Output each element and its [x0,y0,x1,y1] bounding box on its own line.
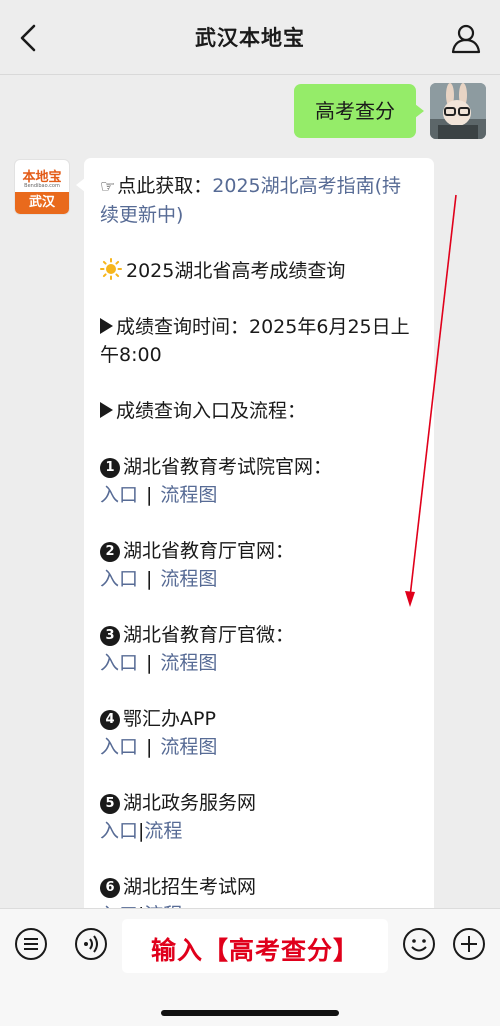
flow-link[interactable]: 流程 [144,820,182,842]
sun-icon [100,258,122,280]
time-line: 成绩查询时间：2025年6月25日上午8:00 [100,313,420,369]
pointing-hand-icon: ☞ [100,177,116,197]
entry-item: 1 湖北省教育考试院官网： 入口 | 流程图 [100,453,420,509]
number-badge: 6 [100,878,120,898]
message-input-text: 输入【高考查分】 [150,936,359,965]
entry-item: 2 湖北省教育厅官网： 入口 | 流程图 [100,537,420,593]
triangle-bullet-icon [100,402,113,418]
number-badge: 3 [100,626,120,646]
query-heading-line: 2025湖北省高考成绩查询 [100,257,420,285]
entry-item: 6湖北招生考试网 入口|流程 [100,873,420,908]
red-annotation-arrow [405,194,457,607]
entry-item: 3 湖北省教育厅官微： 入口 | 流程图 [100,621,420,677]
entry-name: 鄂汇办APP [123,708,216,730]
entry-name: 湖北省教育厅官微： [123,624,295,646]
menu-list-icon[interactable] [14,927,48,961]
flow-link[interactable]: 流程图 [160,736,217,758]
input-toolbar: 输入【高考查分】 [0,908,500,1026]
number-badge: 5 [100,794,120,814]
entry-name: 湖北政务服务网 [123,792,257,814]
chat-title: 武汉本地宝 [195,26,305,50]
entry-name: 湖北省教育考试院官网： [123,456,333,478]
home-indicator[interactable] [161,1010,339,1016]
message-input[interactable]: 输入【高考查分】 [122,919,388,973]
link-separator: | [146,568,153,590]
entry-name: 湖北省教育厅官网： [123,540,295,562]
entry-link[interactable]: 入口 [100,652,138,674]
voice-icon[interactable] [74,927,108,961]
emoji-icon[interactable] [402,927,436,961]
entry-heading-line: 成绩查询入口及流程： [100,397,420,425]
user-avatar[interactable] [430,83,486,139]
flow-link[interactable]: 流程图 [160,652,217,674]
entry-item: 5 湖北政务服务网 入口|流程 [100,789,420,845]
user-message-bubble[interactable]: 高考查分 [294,84,424,138]
bot-logo-subtitle: Bendibao.com [24,183,60,189]
chat-area[interactable]: 高考查分 本地宝 Bendibao.com 武汉 ☞ 点此获取：2025湖北高考指… [0,75,500,908]
entry-link[interactable]: 入口 [100,820,138,842]
flow-link[interactable]: 流程图 [160,568,217,590]
entry-link[interactable]: 入口 [100,568,138,590]
number-badge: 4 [100,710,120,730]
entry-link[interactable]: 入口 [100,484,138,506]
query-heading: 2025湖北省高考成绩查询 [126,260,346,282]
entry-item: 4 鄂汇办APP 入口 | 流程图 [100,705,420,761]
entry-heading: 成绩查询入口及流程： [116,400,307,422]
link-separator: | [146,484,153,506]
entry-link[interactable]: 入口 [100,736,138,758]
bot-logo-city: 武汉 [15,192,69,214]
guide-prefix: 点此获取： [117,175,213,197]
link-separator: | [146,652,153,674]
triangle-bullet-icon [100,318,113,334]
flow-link[interactable]: 流程图 [160,484,217,506]
number-badge: 1 [100,458,120,478]
bot-message-bubble: ☞ 点此获取：2025湖北高考指南(持续更新中) 2025湖北省高考成绩查询 成绩… [76,158,434,908]
time-text: 成绩查询时间：2025年6月25日上午8:00 [100,316,410,366]
add-icon[interactable] [452,927,486,961]
link-separator: | [146,736,153,758]
person-icon[interactable] [450,22,482,54]
guide-line: ☞ 点此获取：2025湖北高考指南(持续更新中) [100,172,420,229]
entry-name: 湖北招生考试网 [123,876,257,898]
number-badge: 2 [100,542,120,562]
top-nav-bar: 武汉本地宝 [0,0,500,74]
bot-avatar[interactable]: 本地宝 Bendibao.com 武汉 [14,159,70,215]
